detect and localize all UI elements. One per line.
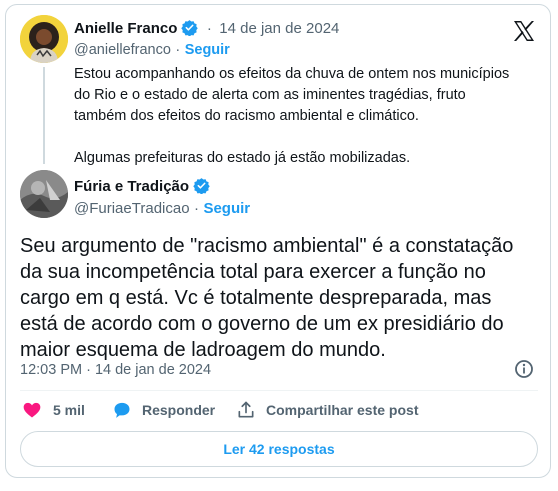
quoted-paragraph: Estou acompanhando os efeitos da chuva d… xyxy=(74,66,510,124)
reply-label: Responder xyxy=(142,402,216,418)
author-handle[interactable]: @FuriaeTradicao xyxy=(74,200,190,217)
avatar-image xyxy=(20,170,68,218)
thread-connector-line xyxy=(43,67,45,164)
divider xyxy=(20,390,538,391)
author-name[interactable]: Anielle Franco xyxy=(74,20,177,37)
reply-handle-row: @FuriaeTradicao · Seguir xyxy=(74,200,250,218)
quoted-tweet-body: Estou acompanhando os efeitos da chuva d… xyxy=(74,64,514,169)
author-name[interactable]: Fúria e Tradição xyxy=(74,178,189,195)
share-button[interactable]: Compartilhar este post xyxy=(236,398,418,422)
tweet-date[interactable]: 14 de jan de 2024 xyxy=(219,20,339,37)
tweet-timestamp[interactable]: 12:03 PM · 14 de jan de 2024 xyxy=(20,362,211,378)
read-replies-label: Ler 42 respostas xyxy=(223,441,335,457)
author-handle[interactable]: @aniellefranco xyxy=(74,42,171,58)
quoted-handle-row: @aniellefranco · Seguir xyxy=(74,41,230,59)
separator: · xyxy=(194,200,199,217)
reply-button[interactable]: Responder xyxy=(112,398,215,422)
reply-tweet-header: Fúria e Tradição xyxy=(74,177,210,196)
avatar-image xyxy=(20,15,68,63)
quoted-paragraph: Algumas prefeituras do estado já estão m… xyxy=(74,150,411,166)
separator: · xyxy=(206,20,212,37)
separator: · xyxy=(175,42,181,58)
follow-button[interactable]: Seguir xyxy=(203,200,250,217)
avatar-anielle[interactable] xyxy=(20,15,68,63)
verified-badge-icon xyxy=(193,178,210,194)
like-button[interactable]: 5 mil xyxy=(22,398,85,422)
heart-icon xyxy=(23,402,41,418)
x-logo-icon[interactable] xyxy=(512,19,536,43)
verified-badge-icon xyxy=(181,20,199,36)
quoted-tweet-header: Anielle Franco · 14 de jan de 2024 xyxy=(74,19,339,38)
info-icon[interactable] xyxy=(514,359,534,379)
share-label: Compartilhar este post xyxy=(266,402,419,418)
like-count: 5 mil xyxy=(53,402,85,418)
follow-button[interactable]: Seguir xyxy=(185,42,230,58)
share-arrow-icon xyxy=(238,401,254,418)
read-replies-button[interactable]: Ler 42 respostas xyxy=(20,431,538,467)
avatar-furia[interactable] xyxy=(20,170,68,218)
tweet-text: Seu argumento de "racismo ambiental" é a… xyxy=(20,235,514,361)
speech-bubble-icon xyxy=(114,402,130,418)
